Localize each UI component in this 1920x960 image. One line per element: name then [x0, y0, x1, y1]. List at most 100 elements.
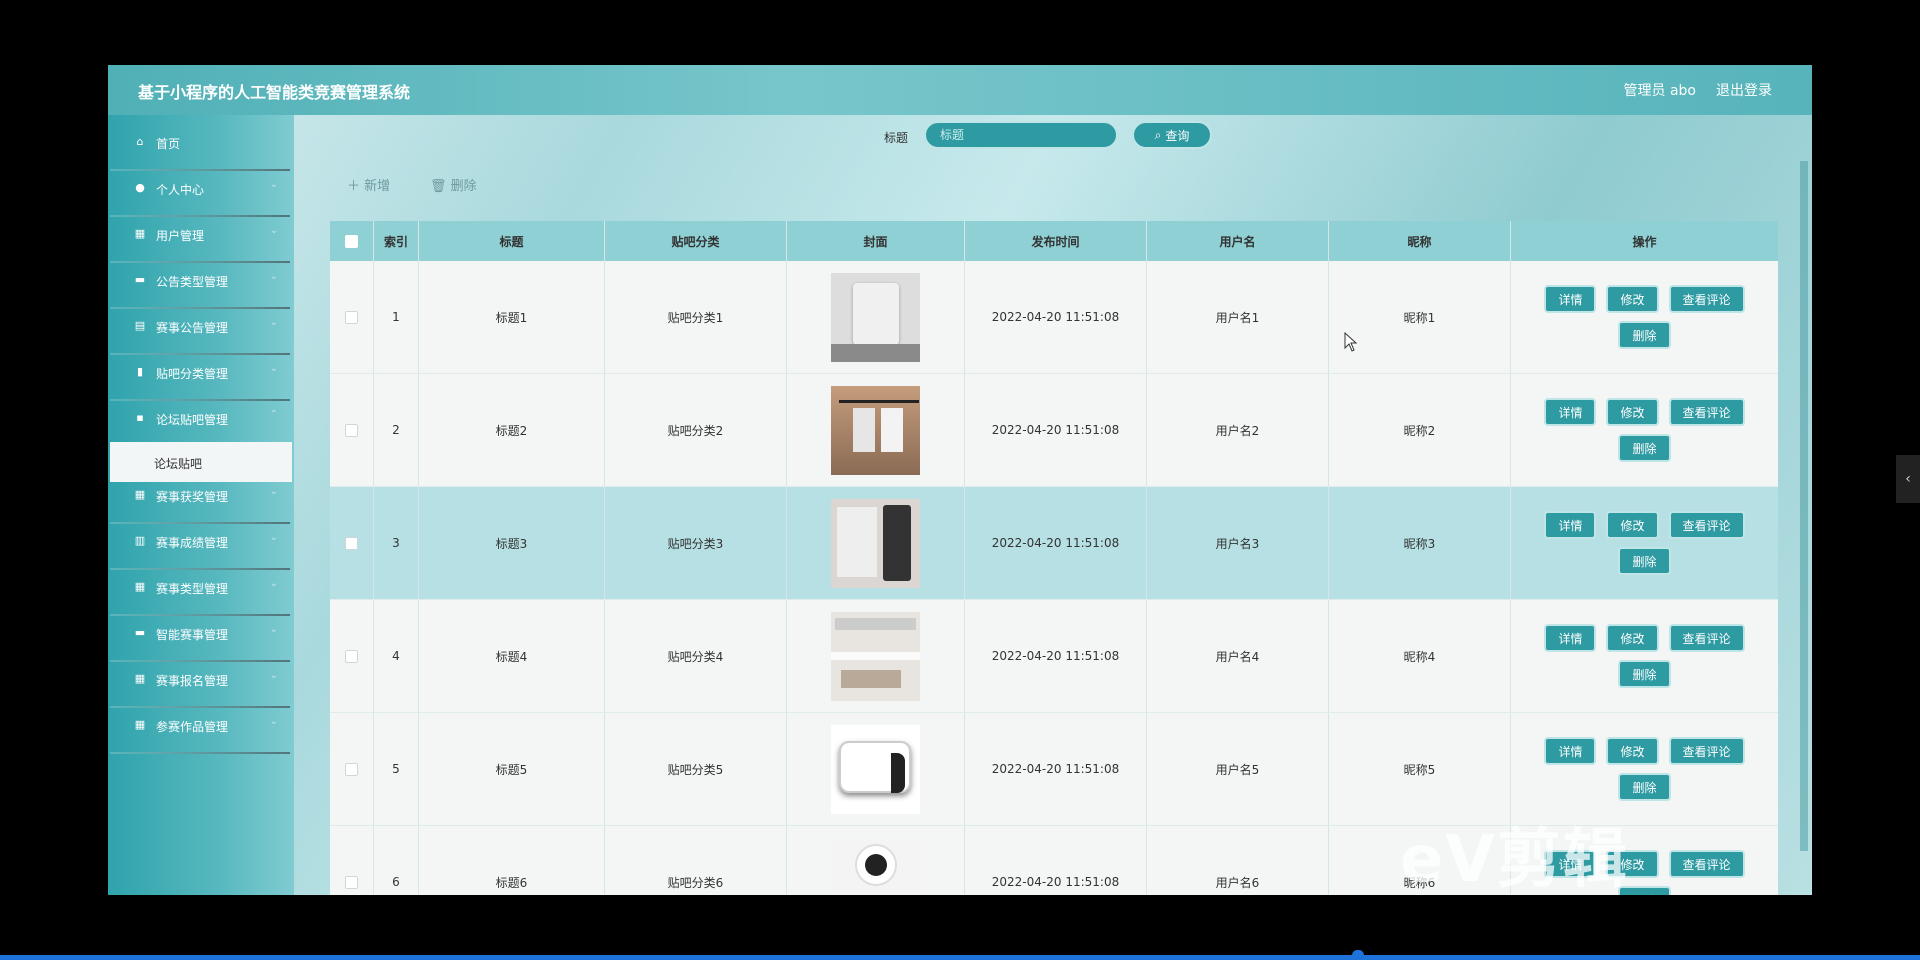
- detail-button[interactable]: 详情: [1544, 737, 1597, 765]
- home-icon: ⌂: [136, 135, 144, 148]
- table-row[interactable]: 3 标题3 贴吧分类3 2022-04-20 11:51:08 用户名3 昵称3 详情 修改查…: [330, 487, 1778, 600]
- title-cell: 标题1: [419, 261, 605, 373]
- chevron-down-icon: ⌄: [269, 317, 278, 328]
- chevron-down-icon: ⌄: [269, 271, 278, 282]
- app-window: 基于小程序的人工智能类竞赛管理系统 管理员 abo 退出登录 ⌂ 首页 ● 个人中心…: [108, 65, 1812, 895]
- select-cell: [330, 487, 374, 599]
- table-header: 索引 标题 贴吧分类 封面 发布时间 用户名 昵称 操作: [330, 221, 1778, 261]
- view-comments-button[interactable]: 查看评论: [1668, 398, 1745, 426]
- view-comments-button[interactable]: 查看评论: [1668, 737, 1745, 765]
- progress-knob[interactable]: [1352, 950, 1364, 960]
- delete-button[interactable]: 删除: [1618, 547, 1671, 575]
- chevron-down-icon: ⌄: [269, 578, 278, 589]
- detail-button[interactable]: 详情: [1544, 624, 1597, 652]
- actions-cell: 详情修改查看评论删除: [1511, 487, 1778, 599]
- cover-cell: [787, 713, 965, 825]
- sidebar-item-works[interactable]: ▦ 参赛作品管理 ⌄: [110, 698, 292, 754]
- sidebar: ⌂ 首页 ● 个人中心 ⌄ ▦ 用户管理 ⌄ ▬ 公告类型管理 ⌄ ▤ 赛事公告管理 ⌄ ▮ 贴吧分…: [108, 115, 294, 895]
- row-checkbox[interactable]: [345, 423, 358, 437]
- time-cell: 2022-04-20 11:51:08: [965, 713, 1147, 825]
- detail-button[interactable]: 详情: [1544, 398, 1597, 426]
- row-checkbox[interactable]: [345, 310, 358, 324]
- sidebar-item-label: 用户管理: [156, 229, 205, 243]
- row-checkbox[interactable]: [345, 762, 358, 776]
- column-header: 封面: [787, 221, 965, 261]
- cover-image[interactable]: [831, 724, 920, 814]
- select-cell: [330, 600, 374, 712]
- select-all-checkbox[interactable]: [345, 234, 358, 248]
- trash-icon: 🗑: [430, 179, 447, 194]
- table-row[interactable]: 2 标题2 贴吧分类2 2022-04-20 11:51:08 用户名2 昵称2 详情 修改查…: [330, 374, 1778, 487]
- title-cell: 标题4: [419, 600, 605, 712]
- index-cell: 3: [374, 487, 419, 599]
- view-comments-button[interactable]: 查看评论: [1668, 850, 1745, 878]
- batch-delete-button[interactable]: 🗑 删除: [430, 175, 477, 194]
- search-input[interactable]: [924, 121, 1118, 149]
- sidebar-item-label: 赛事报名管理: [156, 674, 229, 688]
- view-comments-button[interactable]: 查看评论: [1668, 511, 1745, 539]
- column-header: 贴吧分类: [605, 221, 787, 261]
- cover-image[interactable]: [831, 385, 920, 475]
- edit-button[interactable]: 修改: [1606, 285, 1659, 313]
- edit-button[interactable]: 修改: [1606, 511, 1659, 539]
- watermark: eV剪辑: [1400, 823, 1629, 897]
- edit-button[interactable]: 修改: [1606, 398, 1659, 426]
- cover-image[interactable]: [831, 498, 920, 588]
- edit-button[interactable]: 修改: [1606, 624, 1659, 652]
- chat-icon: ▪: [136, 411, 144, 424]
- delete-button[interactable]: 删除: [1618, 434, 1671, 462]
- grid-icon: ▦: [134, 580, 146, 593]
- column-header: 索引: [374, 221, 419, 261]
- index-cell: 2: [374, 374, 419, 486]
- username-cell: 用户名6: [1147, 826, 1329, 895]
- edit-button[interactable]: 修改: [1606, 737, 1659, 765]
- search-button[interactable]: ⌕ 查询: [1132, 121, 1212, 149]
- category-cell: 贴吧分类4: [605, 600, 787, 712]
- cover-image[interactable]: [831, 837, 920, 895]
- scrollbar[interactable]: [1800, 161, 1808, 851]
- delete-button[interactable]: 删除: [1618, 660, 1671, 688]
- sidebar-item-label: 论坛贴吧管理: [156, 413, 229, 427]
- detail-button[interactable]: 详情: [1544, 511, 1597, 539]
- logout-link[interactable]: 退出登录: [1716, 80, 1772, 100]
- sidebar-item-label: 个人中心: [156, 183, 205, 197]
- index-cell: 6: [374, 826, 419, 895]
- row-checkbox[interactable]: [345, 649, 358, 663]
- add-button[interactable]: ＋ 新增: [347, 175, 390, 194]
- main-content: 标题 ⌕查询 ＋ 新增 🗑 删除 索引 标题 贴吧分类 封面 发布时间 用户名 …: [294, 115, 1812, 895]
- cover-cell: [787, 487, 965, 599]
- time-cell: 2022-04-20 11:51:08: [965, 374, 1147, 486]
- cover-image[interactable]: [831, 272, 920, 362]
- submenu-item-forum-posts[interactable]: 论坛贴吧: [110, 442, 292, 482]
- select-cell: [330, 826, 374, 895]
- delete-button[interactable]: 删除: [1618, 321, 1671, 349]
- view-comments-button[interactable]: 查看评论: [1668, 285, 1745, 313]
- title-cell: 标题5: [419, 713, 605, 825]
- sidebar-item-label: 赛事成绩管理: [156, 536, 229, 550]
- sidebar-item-label: 参赛作品管理: [156, 720, 229, 734]
- row-checkbox[interactable]: [345, 536, 358, 550]
- detail-button[interactable]: 详情: [1544, 285, 1597, 313]
- monitor-icon: ▬: [134, 273, 146, 286]
- row-checkbox[interactable]: [345, 875, 358, 889]
- view-comments-button[interactable]: 查看评论: [1668, 624, 1745, 652]
- search-icon: ⌕: [1154, 127, 1162, 142]
- actions-cell: 详情修改查看评论删除: [1511, 374, 1778, 486]
- grid-icon: ▦: [134, 718, 146, 731]
- nickname-cell: 昵称4: [1329, 600, 1511, 712]
- nickname-cell: 昵称1: [1329, 261, 1511, 373]
- sidebar-item-forum[interactable]: ▪ 论坛贴吧管理 ⌃: [110, 391, 292, 447]
- delete-button[interactable]: 删除: [1618, 773, 1671, 801]
- category-cell: 贴吧分类3: [605, 487, 787, 599]
- grid-icon: ▦: [134, 227, 146, 240]
- collapse-tab-chevron-left-icon[interactable]: ‹: [1896, 455, 1920, 503]
- username-cell: 用户名1: [1147, 261, 1329, 373]
- cover-image[interactable]: [831, 611, 920, 701]
- progress-bar[interactable]: [0, 955, 1920, 960]
- chevron-down-icon: ⌄: [269, 363, 278, 374]
- chevron-down-icon: ⌄: [269, 670, 278, 681]
- table-row[interactable]: 1 标题1 贴吧分类1 2022-04-20 11:51:08 用户名1 昵称1 详情 修改查…: [330, 261, 1778, 374]
- chevron-down-icon: ⌄: [269, 624, 278, 635]
- search-button-label: 查询: [1165, 128, 1190, 143]
- table-row[interactable]: 4 标题4 贴吧分类4 2022-04-20 11:51:08 用户名4 昵称4 详情 修改查…: [330, 600, 1778, 713]
